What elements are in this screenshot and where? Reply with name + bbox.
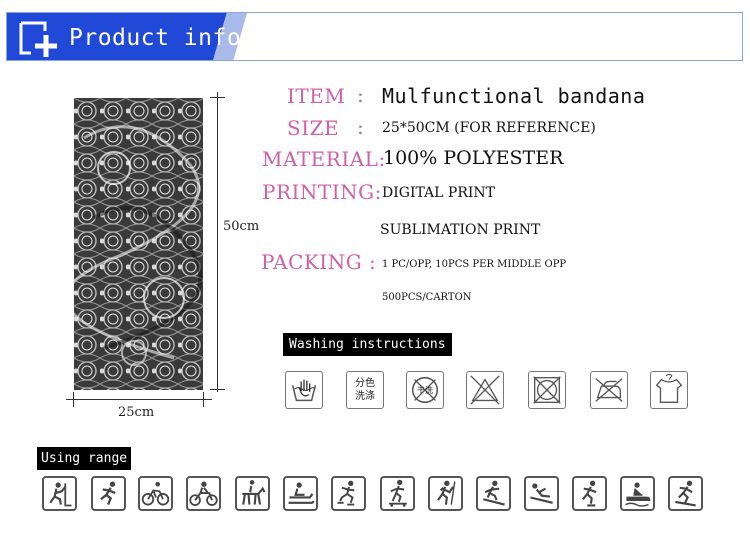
do-not-tumble-dry-circle-icon <box>528 371 566 409</box>
add-box-icon <box>19 21 57 57</box>
height-dimension-line <box>217 92 218 392</box>
width-dimension-label: 25cm <box>118 405 155 420</box>
snowmobile-icon <box>283 476 318 511</box>
height-dimension-tick-bottom <box>210 389 225 390</box>
printing-value-sublimation: SUBLIMATION PRINT <box>380 222 541 238</box>
cycling-icon <box>138 476 173 511</box>
printing-value-digital: DIGITAL PRINT <box>382 185 495 201</box>
packing-value-opp: 1 PC/OPP, 10PCS PER MIDDLE OPP <box>382 259 567 270</box>
skiing-icon <box>668 476 703 511</box>
height-dimension-label: 50cm <box>223 219 260 234</box>
printing-label: PRINTING: <box>262 180 382 204</box>
item-label: ITEM <box>287 84 346 108</box>
horse-riding-icon <box>235 476 270 511</box>
motorcycling-icon <box>186 476 221 511</box>
material-label: MATERIAL: <box>262 147 386 171</box>
speed-skating-icon <box>572 476 607 511</box>
header-banner: Product info <box>6 12 743 61</box>
washing-instructions-title: Washing instructions <box>283 333 452 356</box>
height-dimension-tick-top <box>210 97 225 98</box>
jet-ski-icon <box>620 476 655 511</box>
skateboarding-icon <box>380 476 415 511</box>
bandana-pattern-image <box>74 98 203 390</box>
snowboarding-icon <box>476 476 511 511</box>
hiking-icon <box>428 476 463 511</box>
do-not-iron-icon <box>590 371 628 409</box>
item-colon: : <box>357 83 364 107</box>
item-value: Mulfunctional bandana <box>382 84 646 108</box>
hand-wash-icon <box>285 371 323 409</box>
packing-value-carton: 500PCS/CARTON <box>382 292 472 303</box>
size-value: 25*50CM (FOR REFERENCE) <box>382 120 596 136</box>
size-colon: : <box>357 115 364 139</box>
packing-label: PACKING : <box>261 250 377 274</box>
page-title: Product info <box>69 25 242 51</box>
width-dimension-tick-right <box>203 392 204 407</box>
do-not-dry-clean-icon: 干洗 <box>406 371 444 409</box>
sledding-icon <box>524 476 559 511</box>
material-value: 100% POLYESTER <box>383 147 564 169</box>
wash-separately-text-2: 洗涤 <box>355 391 375 402</box>
do-not-dry-clean-text: 干洗 <box>417 386 433 395</box>
hang-dry-shirt-icon <box>650 371 688 409</box>
wash-separately-icon: 分色 洗涤 <box>346 371 384 409</box>
size-label: SIZE <box>287 116 340 140</box>
wash-separately-text-1: 分色 <box>355 378 375 389</box>
running-icon <box>91 476 126 511</box>
width-dimension-tick-left <box>73 392 74 407</box>
climbing-icon <box>42 476 77 511</box>
width-dimension-line <box>66 399 212 400</box>
do-not-tumble-dry-icon <box>466 371 504 409</box>
using-range-title: Using range <box>37 447 132 470</box>
ice-skating-icon <box>331 476 366 511</box>
